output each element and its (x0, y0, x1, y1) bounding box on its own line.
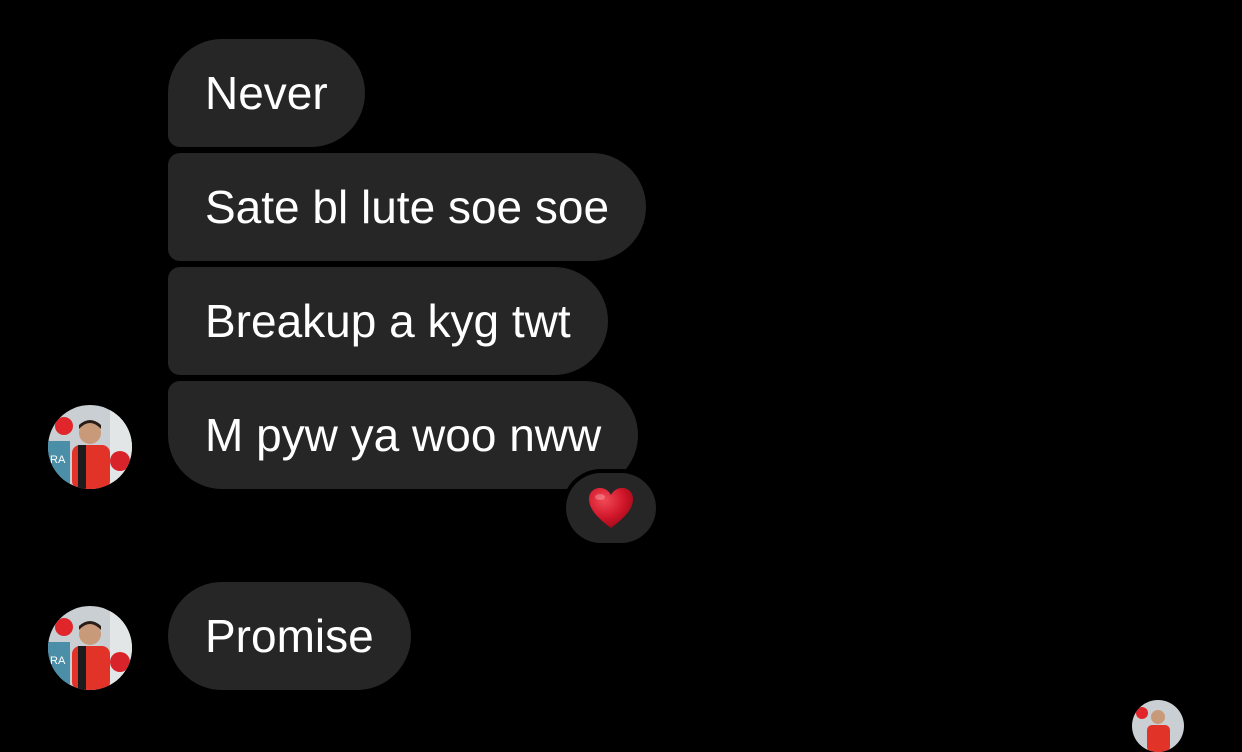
message-thread: Never Sate bl lute soe soe Breakup a kyg… (0, 0, 1242, 752)
profile-photo-icon: RA (48, 405, 132, 489)
message-bubble-received[interactable]: Sate bl lute soe soe (168, 153, 647, 261)
message-text: Promise (205, 610, 374, 662)
message-bubble-received[interactable]: Breakup a kyg twt (168, 267, 608, 375)
message-bubble-received[interactable]: M pyw ya woo nww (168, 381, 639, 489)
message-text: M pyw ya woo nww (205, 409, 602, 461)
profile-photo-icon (1132, 700, 1184, 752)
read-receipt-avatar (1132, 700, 1184, 752)
profile-photo-icon: RA (48, 606, 132, 690)
message-bubble-received[interactable]: Promise (168, 582, 411, 690)
sender-avatar[interactable]: RA (48, 405, 132, 489)
message-text: Breakup a kyg twt (205, 295, 571, 347)
svg-text:RA: RA (50, 655, 66, 667)
sender-avatar[interactable]: RA (48, 606, 132, 690)
message-bubble-received[interactable]: Never (168, 39, 365, 147)
red-heart-icon (589, 488, 633, 528)
message-reaction[interactable] (566, 473, 656, 543)
message-text: Sate bl lute soe soe (205, 181, 610, 233)
svg-text:RA: RA (50, 454, 66, 466)
message-text: Never (205, 67, 328, 119)
